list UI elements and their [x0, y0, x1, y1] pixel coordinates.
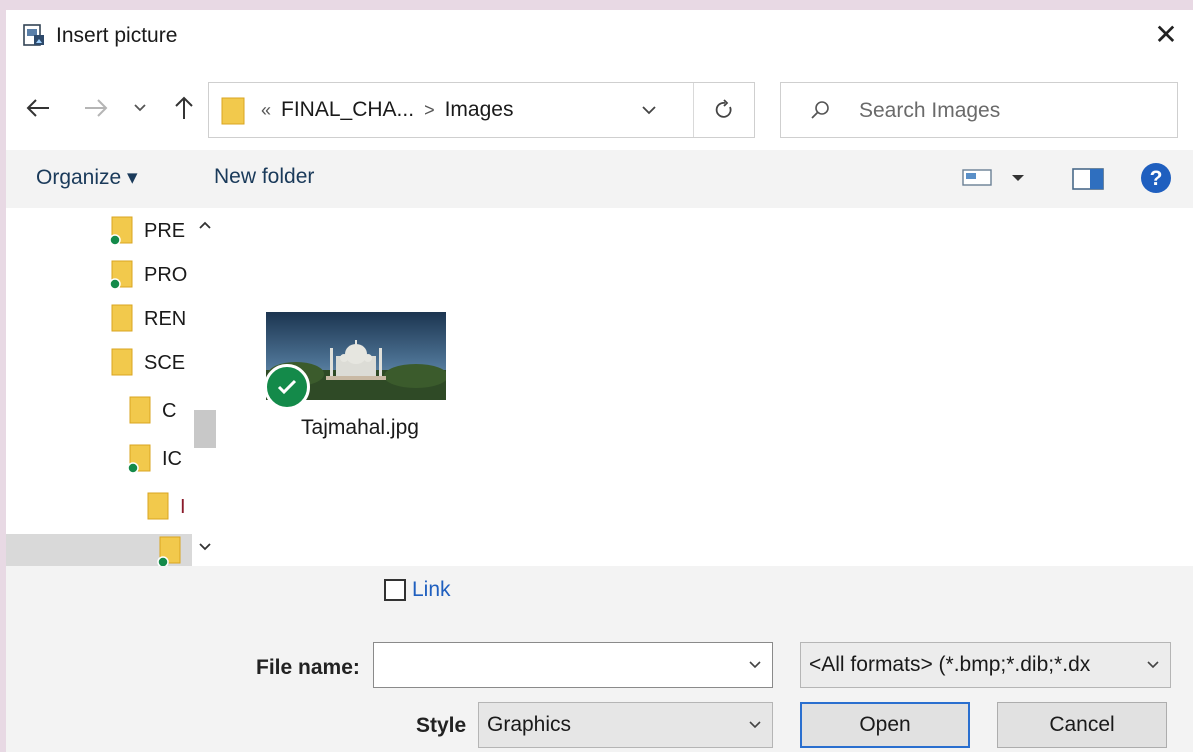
- breadcrumb-separator: >: [424, 99, 435, 120]
- refresh-button[interactable]: [705, 95, 745, 125]
- new-folder-button[interactable]: New folder: [214, 165, 314, 189]
- back-button[interactable]: [20, 90, 56, 126]
- file-type-value: <All formats> (*.bmp;*.dib;*.dx: [809, 653, 1091, 676]
- tree-item-selected[interactable]: [6, 534, 192, 566]
- tree-item[interactable]: SCE: [108, 346, 185, 380]
- search-box[interactable]: [780, 82, 1178, 138]
- dialog-title: Insert picture: [56, 24, 178, 47]
- insert-picture-dialog: Insert picture ✕ « FINAL_CHA... > Images…: [6, 10, 1193, 752]
- content-area: PRE PRO REN SCE C IC I Tajmahal.jpg: [6, 208, 1193, 566]
- cancel-button[interactable]: Cancel: [997, 702, 1167, 748]
- link-label[interactable]: Link: [412, 578, 451, 602]
- tree-item-label: REN: [144, 307, 187, 330]
- chevron-down-icon[interactable]: [748, 657, 762, 675]
- tree-item-label: SCE: [144, 351, 186, 374]
- address-history-chevron-icon[interactable]: [641, 103, 657, 121]
- file-name-field-label: File name:: [256, 656, 360, 679]
- breadcrumb: « FINAL_CHA... > Images: [261, 98, 513, 122]
- svg-text:?: ?: [1150, 167, 1163, 190]
- folder-icon: [108, 348, 134, 378]
- folder-icon: [221, 97, 247, 130]
- close-button[interactable]: ✕: [1139, 10, 1193, 58]
- synced-folder-icon: [126, 444, 152, 474]
- tree-item[interactable]: REN: [108, 302, 186, 336]
- tree-item-label: PRE: [144, 219, 186, 242]
- folder-icon: [126, 396, 152, 426]
- tree-item[interactable]: C: [126, 394, 176, 428]
- synced-folder-icon: [108, 260, 134, 290]
- style-field-label: Style: [416, 714, 467, 737]
- chevron-down-icon[interactable]: [1146, 657, 1160, 675]
- organize-menu[interactable]: Organize ▾: [36, 165, 138, 190]
- chevron-down-icon: [134, 104, 146, 112]
- refresh-icon: [715, 99, 732, 118]
- view-options-icon[interactable]: [962, 168, 1026, 193]
- folder-icon: [144, 492, 170, 522]
- scroll-down-icon[interactable]: [194, 536, 216, 558]
- tree-item-label: C: [162, 399, 177, 422]
- tree-item[interactable]: I: [144, 490, 186, 524]
- dialog-footer: Link File name: <All formats> (*.bmp;*.d…: [6, 566, 1193, 752]
- tree-item[interactable]: IC: [126, 442, 182, 476]
- link-checkbox[interactable]: [384, 579, 406, 601]
- tree-item-label: PRO: [144, 263, 188, 286]
- scrollbar-thumb[interactable]: [194, 410, 216, 448]
- tree-item-label: IC: [162, 447, 182, 470]
- tree-item[interactable]: PRO: [108, 258, 187, 292]
- up-arrow-icon: [175, 96, 193, 119]
- back-arrow-icon: [26, 99, 49, 117]
- breadcrumb-parent[interactable]: FINAL_CHA...: [281, 98, 414, 122]
- recent-locations-button[interactable]: [128, 90, 152, 126]
- chevron-down-icon[interactable]: [748, 717, 762, 735]
- forward-button[interactable]: [78, 90, 114, 126]
- tree-scrollbar[interactable]: [192, 208, 218, 566]
- open-button[interactable]: Open: [800, 702, 970, 748]
- tree-item-label: I: [180, 495, 186, 518]
- title-bar: Insert picture ✕: [6, 10, 1193, 60]
- scroll-up-icon[interactable]: [194, 214, 216, 236]
- breadcrumb-current[interactable]: Images: [445, 98, 514, 122]
- style-value: Graphics: [487, 713, 572, 736]
- style-select[interactable]: Graphics: [478, 702, 773, 748]
- forward-arrow-icon: [85, 99, 108, 117]
- navigation-tree: PRE PRO REN SCE C IC I: [6, 208, 218, 566]
- synced-check-icon: [264, 364, 310, 410]
- folder-icon: [108, 304, 134, 334]
- search-icon: [809, 99, 831, 126]
- breadcrumb-overflow[interactable]: «: [261, 100, 271, 121]
- preview-pane-icon[interactable]: [1072, 168, 1104, 195]
- file-item[interactable]: Tajmahal.jpg: [264, 312, 446, 446]
- file-type-select[interactable]: <All formats> (*.bmp;*.dib;*.dx: [800, 642, 1171, 688]
- up-button[interactable]: [166, 90, 202, 126]
- insert-picture-icon: [22, 23, 46, 47]
- search-input[interactable]: [857, 95, 1161, 127]
- synced-folder-icon: [108, 216, 134, 246]
- address-divider: [693, 83, 694, 137]
- close-icon: ✕: [1154, 18, 1178, 50]
- synced-folder-icon: [156, 536, 182, 566]
- command-bar: Organize ▾ New folder ?: [6, 150, 1193, 208]
- link-checkbox-row[interactable]: Link: [384, 578, 451, 602]
- navigation-bar: « FINAL_CHA... > Images: [6, 60, 1193, 150]
- help-icon[interactable]: ?: [1140, 162, 1172, 199]
- address-bar[interactable]: « FINAL_CHA... > Images: [208, 82, 755, 138]
- tree-item[interactable]: PRE: [108, 214, 185, 248]
- file-name-field[interactable]: [373, 642, 773, 688]
- file-name-label: Tajmahal.jpg: [301, 416, 419, 439]
